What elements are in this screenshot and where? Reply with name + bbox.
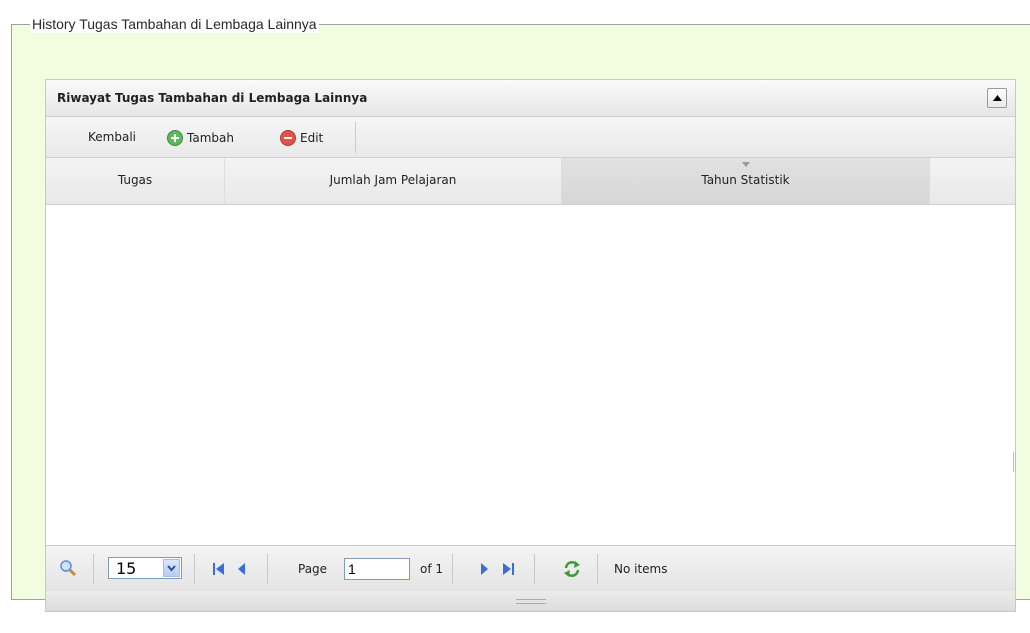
grip-lines-icon (516, 599, 546, 604)
pager-bar: 15 Page of 1 No items (46, 545, 1015, 591)
previous-page-icon[interactable] (237, 562, 247, 576)
column-resize-handle[interactable] (1013, 452, 1016, 472)
fieldset-legend: History Tugas Tambahan di Lembaga Lainny… (30, 15, 319, 33)
edit-button[interactable]: Edit (280, 130, 323, 146)
page-label: Page (298, 562, 328, 576)
pager-separator (194, 554, 195, 584)
next-page-icon[interactable] (479, 562, 489, 576)
page-size-value: 15 (116, 559, 137, 578)
column-header-jumlah-jam[interactable]: Jumlah Jam Pelajaran (225, 158, 562, 204)
page-number-input[interactable] (344, 558, 410, 580)
toolbar-separator (355, 122, 356, 153)
grid-toolbar: Kembali Tambah Edit (46, 117, 1015, 158)
chevron-down-icon[interactable] (163, 559, 180, 577)
column-header-label: Tahun Statistik (701, 173, 790, 187)
add-button[interactable]: Tambah (167, 130, 234, 146)
column-header-empty (930, 158, 1015, 204)
page-count-label: of 1 (420, 562, 444, 576)
sort-descending-icon (741, 162, 750, 167)
grid-body (46, 205, 1016, 545)
first-page-icon[interactable] (212, 562, 226, 576)
triangle-up-icon (993, 95, 1002, 101)
minus-circle-icon (280, 130, 296, 146)
history-grid: Riwayat Tugas Tambahan di Lembaga Lainny… (45, 79, 1016, 612)
pager-separator (452, 554, 453, 584)
add-button-label: Tambah (187, 131, 234, 145)
edit-button-label: Edit (300, 131, 324, 145)
column-header-label: Tugas (117, 173, 153, 187)
back-button[interactable]: Kembali (88, 130, 136, 144)
pager-separator (267, 554, 268, 584)
grid-resize-grip[interactable] (46, 591, 1015, 611)
plus-circle-icon (167, 130, 183, 146)
refresh-icon[interactable] (562, 559, 582, 579)
pager-status: No items (614, 562, 668, 576)
search-icon[interactable] (59, 559, 77, 577)
grid-title-bar: Riwayat Tugas Tambahan di Lembaga Lainny… (46, 80, 1015, 117)
collapse-toggle-button[interactable] (987, 88, 1007, 108)
grid-title: Riwayat Tugas Tambahan di Lembaga Lainny… (57, 91, 368, 105)
column-header-tugas[interactable]: Tugas (46, 158, 225, 204)
column-header-label: Jumlah Jam Pelajaran (329, 173, 457, 187)
last-page-icon[interactable] (501, 562, 515, 576)
back-button-label: Kembali (88, 130, 136, 144)
pager-separator (534, 554, 535, 584)
pager-separator (597, 554, 598, 584)
pager-separator (93, 554, 94, 584)
page-size-select[interactable]: 15 (108, 557, 182, 579)
column-header-tahun-statistik[interactable]: Tahun Statistik (562, 158, 930, 204)
grid-header-row: Tugas Jumlah Jam Pelajaran Tahun Statist… (46, 158, 1015, 205)
